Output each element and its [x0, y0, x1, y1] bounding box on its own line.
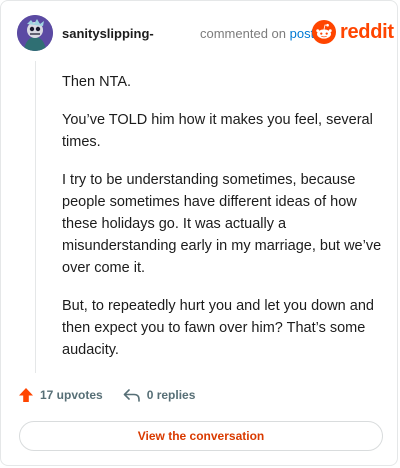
- comment-meta: commented on post: [200, 26, 314, 41]
- comment-paragraph: Then NTA.: [62, 74, 132, 90]
- embedded-comment-card: sanityslipping- commented on post reddit…: [0, 0, 398, 466]
- avatar[interactable]: [17, 15, 53, 51]
- comment-paragraph: You’ve TOLD him how it makes you feel, s…: [62, 112, 373, 150]
- post-link[interactable]: post: [290, 26, 315, 41]
- username-link[interactable]: sanityslipping-: [62, 26, 154, 41]
- comment-paragraph: I try to be understanding sometimes, bec…: [62, 172, 382, 276]
- reddit-wordmark: reddit: [340, 20, 394, 43]
- reply-arrow-icon: [123, 389, 140, 402]
- reddit-snoo-icon: [312, 20, 336, 44]
- avatar-image: [17, 15, 53, 51]
- comment-body: Then NTA. You’ve TOLD him how it makes y…: [62, 71, 382, 377]
- upvote-button[interactable]: 17 upvotes: [18, 387, 103, 403]
- upvote-count: 17 upvotes: [40, 388, 103, 402]
- action-text: commented on: [200, 26, 286, 41]
- thread-line: [35, 61, 36, 373]
- comment-paragraph: But, to repeatedly hurt you and let you …: [62, 298, 374, 358]
- comment-actions: 17 upvotes 0 replies: [18, 387, 195, 403]
- replies-button[interactable]: 0 replies: [123, 387, 196, 403]
- upvote-arrow-icon: [19, 388, 33, 402]
- reddit-logo[interactable]: reddit: [312, 20, 394, 44]
- view-conversation-button[interactable]: View the conversation: [19, 421, 383, 451]
- reply-count: 0 replies: [146, 388, 196, 402]
